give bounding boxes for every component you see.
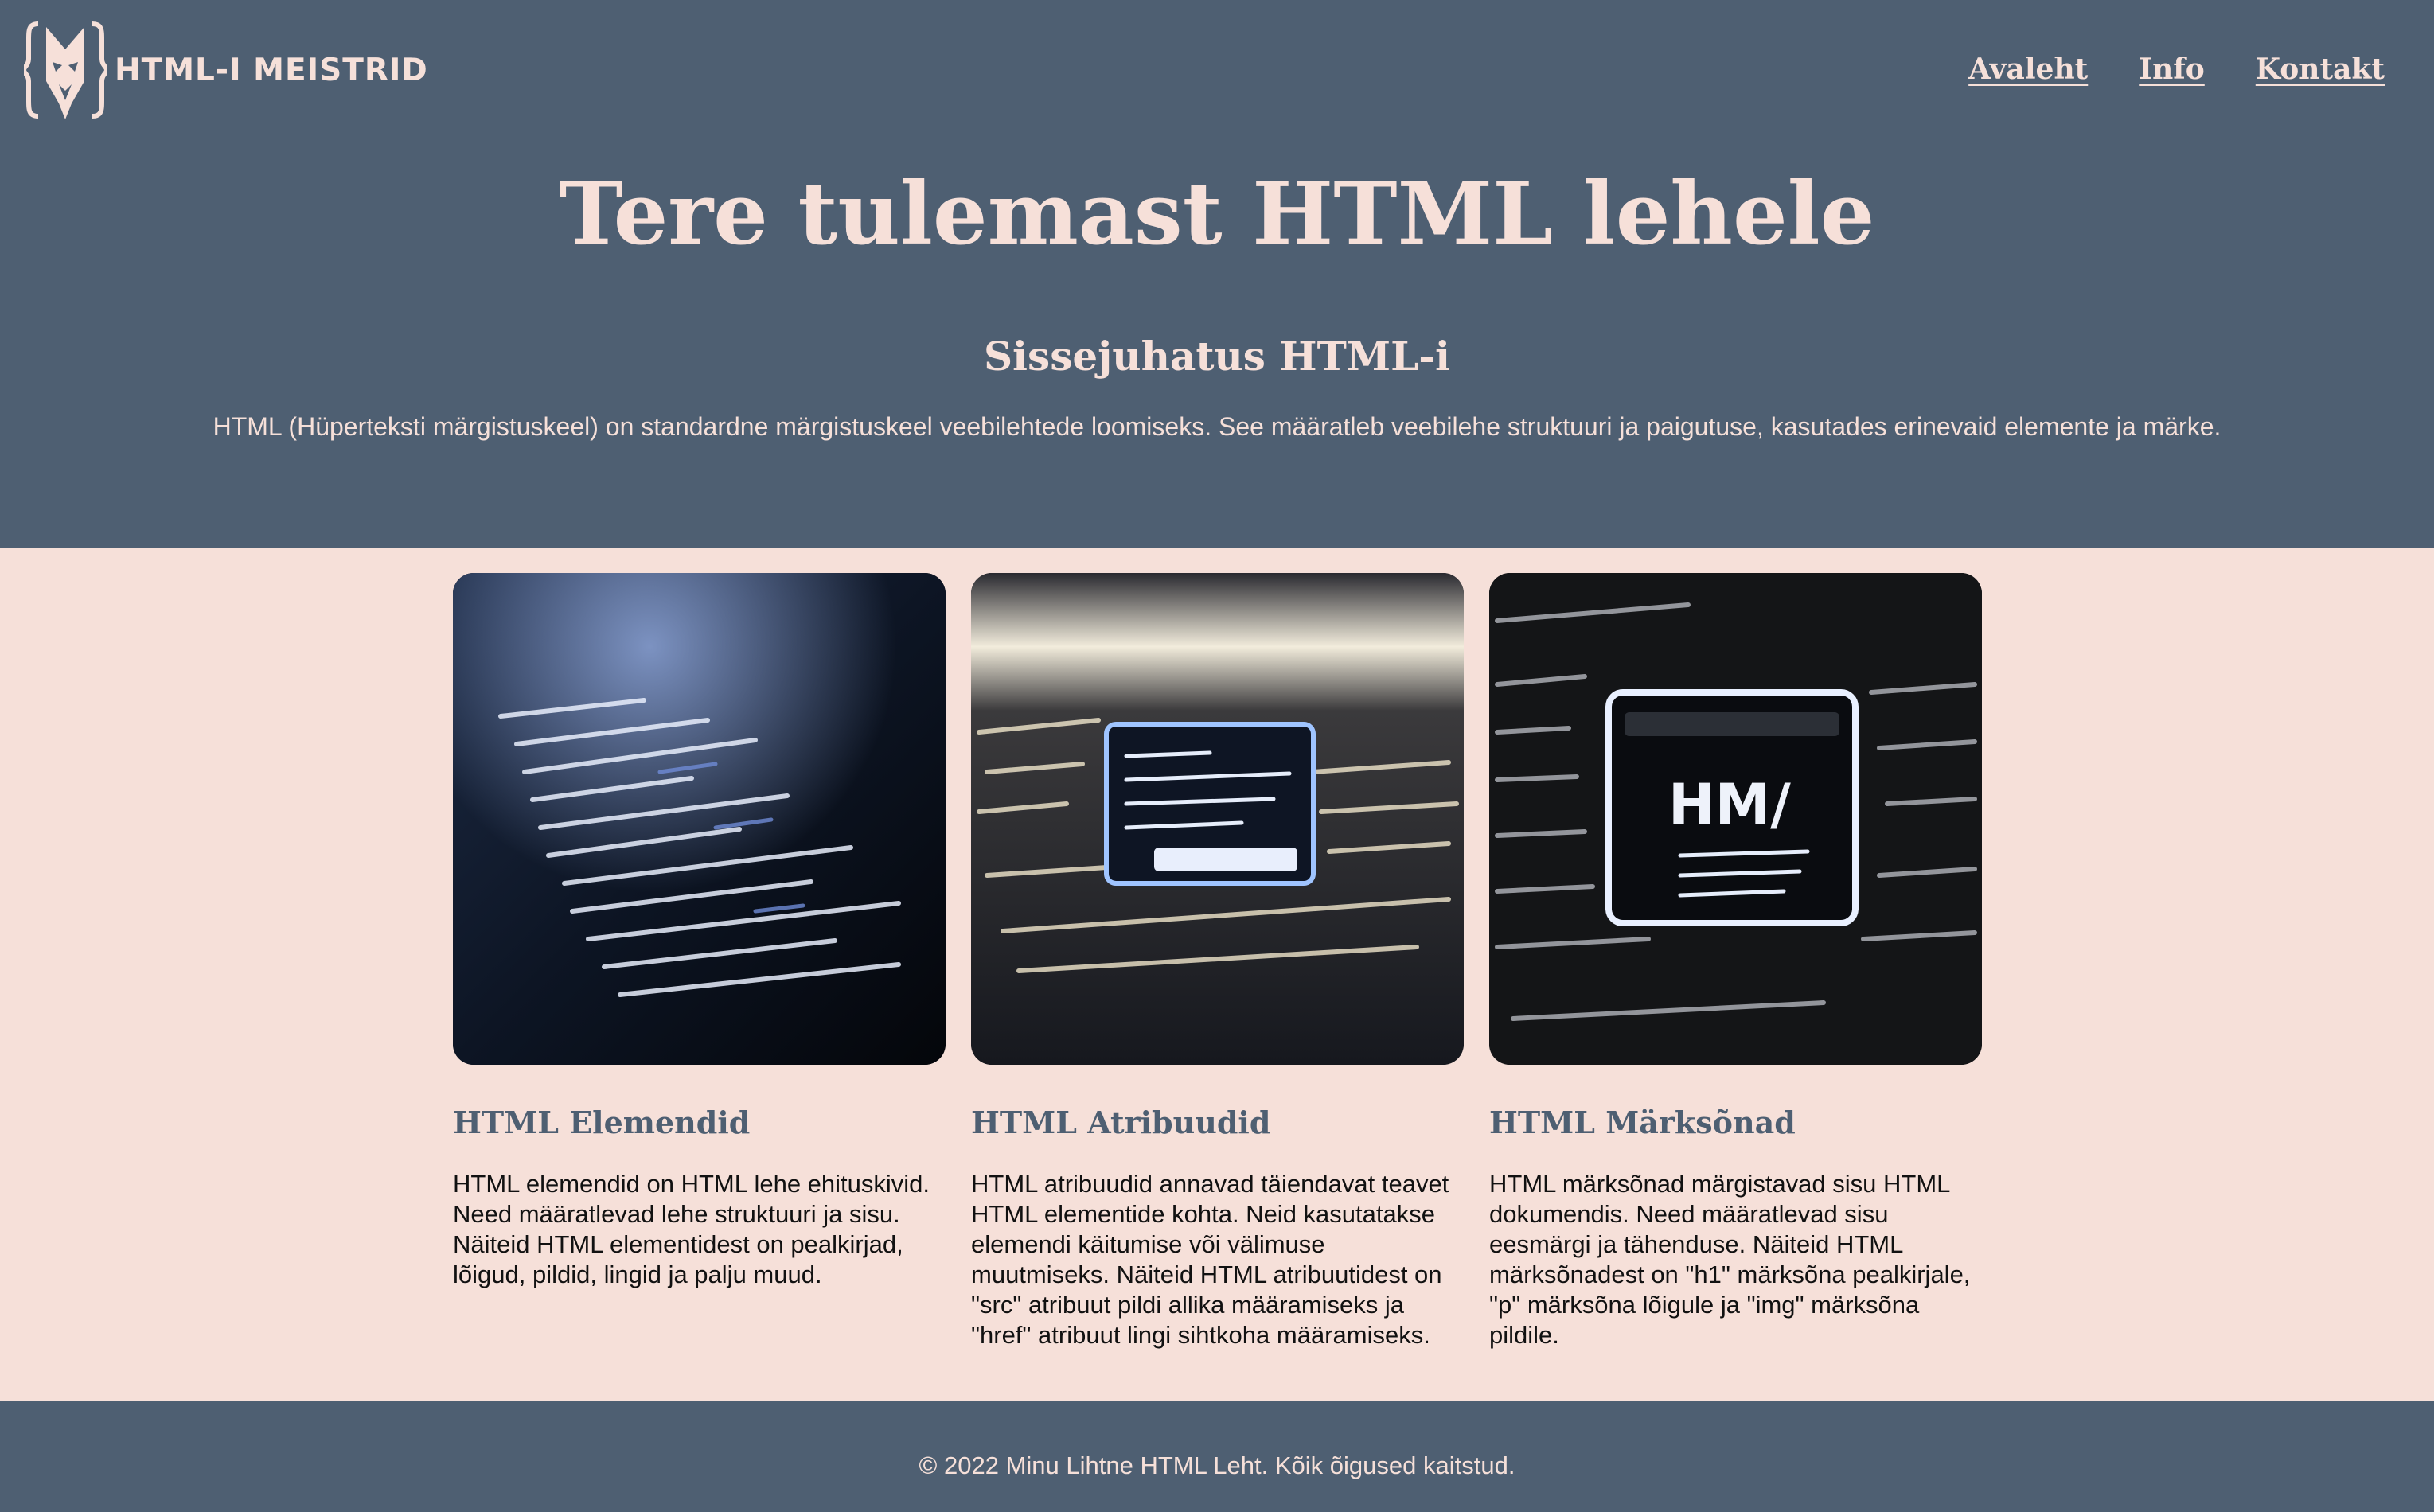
card-text: HTML atribuudid annavad täiendavat teave… — [971, 1170, 1449, 1349]
logo-text: HTML-I MEISTRID — [115, 52, 428, 88]
card-title: HTML Elemendid — [453, 1105, 751, 1140]
card-text: HTML elemendid on HTML lehe ehituskivid.… — [453, 1170, 930, 1288]
card-title: HTML Märksõnad — [1489, 1105, 1796, 1140]
card-keywords: HM/ HTML Märksõnad HTML märksõnad märgis… — [1489, 573, 1982, 1350]
logo[interactable]: HTML-I MEISTRID — [24, 18, 428, 123]
code-popup-image — [971, 573, 1464, 1065]
card-attributes: HTML Atribuudid HTML atribuudid annavad … — [971, 573, 1464, 1350]
code-screen-image — [453, 573, 946, 1065]
intro-text: HTML (Hüperteksti märgistuskeel) on stan… — [213, 412, 2221, 441]
main-nav: Avaleht Info Kontakt — [1968, 53, 2385, 86]
card-text: HTML märksõnad märgistavad sisu HTML dok… — [1489, 1170, 1971, 1349]
card-title: HTML Atribuudid — [971, 1105, 1271, 1140]
svg-text:HM/: HM/ — [1668, 772, 1791, 837]
logo-icon — [24, 21, 107, 119]
nav-link-info[interactable]: Info — [2139, 53, 2205, 86]
site-header: HTML-I MEISTRID Avaleht Info Kontakt Ter… — [0, 0, 2434, 548]
nav-link-kontakt[interactable]: Kontakt — [2256, 53, 2385, 86]
cards-section: HTML Elemendid HTML elemendid on HTML le… — [453, 573, 1982, 1350]
nav-link-avaleht[interactable]: Avaleht — [1968, 53, 2088, 86]
site-footer: © 2022 Minu Lihtne HTML Leht. Kõik õigus… — [0, 1401, 2434, 1512]
card-elements: HTML Elemendid HTML elemendid on HTML le… — [453, 573, 946, 1350]
hero-title: Tere tulemast HTML lehele — [559, 164, 1875, 264]
code-window-image: HM/ — [1489, 573, 1982, 1065]
footer-copyright: © 2022 Minu Lihtne HTML Leht. Kõik õigus… — [919, 1452, 1515, 1479]
intro-title: Sissejuhatus HTML-i — [983, 333, 1451, 380]
